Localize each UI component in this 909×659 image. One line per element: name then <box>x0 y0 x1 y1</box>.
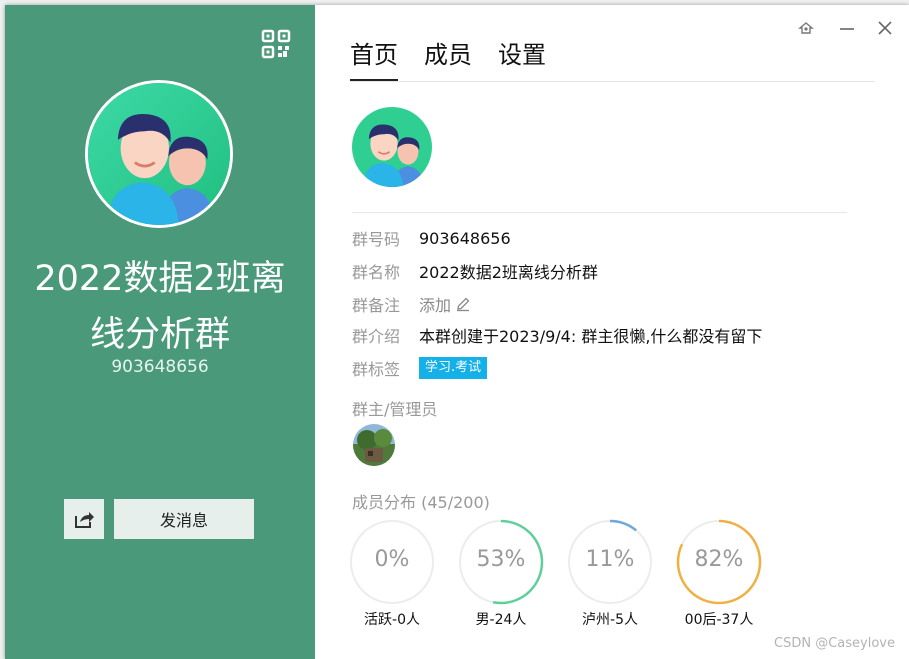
group-name-line1: 2022数据2班离 <box>34 259 286 299</box>
add-remark-link[interactable]: 添加 <box>419 292 471 316</box>
stat-label: 活跃-0人 <box>364 612 420 628</box>
close-icon[interactable] <box>874 17 896 39</box>
intro-label: 群介绍 <box>352 327 401 346</box>
stat-age: 82% 00后-37人 <box>676 519 762 629</box>
distribution-count: (45/200) <box>421 493 490 512</box>
info-row-id: 群号码 903648656 <box>352 224 511 252</box>
tab-home[interactable]: 首页 <box>350 35 398 81</box>
group-profile-window: 2022数据2班离 线分析群 903648656 发消息 首页 成员 设置 群号… <box>5 5 909 659</box>
send-message-button[interactable]: 发消息 <box>114 499 254 539</box>
name-value: 2022数据2班离线分析群 <box>419 263 598 282</box>
share-button[interactable] <box>64 499 104 539</box>
qr-code-icon[interactable] <box>261 29 291 59</box>
distribution-label: 成员分布 <box>352 493 417 512</box>
right-panel: 首页 成员 设置 群号码 903648656 群名称 2022数据2班离线分析群 <box>315 5 909 659</box>
share-icon <box>75 512 94 528</box>
distribution-heading: 成员分布 (45/200) <box>352 489 490 513</box>
group-tag-badge[interactable]: 学习.考试 <box>419 357 488 379</box>
stat-label: 男-24人 <box>475 612 527 628</box>
tab-members[interactable]: 成员 <box>424 35 472 80</box>
group-id-text: 903648656 <box>111 357 209 377</box>
stat-active: 0% 活跃-0人 <box>349 519 435 629</box>
stat-percent: 0% <box>374 547 410 572</box>
id-value: 903648656 <box>419 228 511 248</box>
tag-label: 群标签 <box>352 360 401 379</box>
stat-region: 11% 泸州-5人 <box>567 519 653 629</box>
admins-label: 群主/管理员 <box>352 400 438 419</box>
group-name-line2: 线分析群 <box>89 315 230 355</box>
stat-label: 泸州-5人 <box>582 612 638 628</box>
left-panel: 2022数据2班离 线分析群 903648656 发消息 <box>5 5 315 659</box>
name-label: 群名称 <box>352 263 401 282</box>
info-row-intro: 群介绍 本群创建于2023/9/4: 群主很懒,什么都没有留下 <box>352 321 762 349</box>
group-name-heading: 2022数据2班离 线分析群 <box>5 251 315 363</box>
tab-bar: 首页 成员 设置 <box>350 35 875 82</box>
watermark: CSDN @Caseylove <box>774 636 895 651</box>
remark-label: 群备注 <box>352 296 401 315</box>
id-label: 群号码 <box>352 230 401 249</box>
divider <box>352 212 847 213</box>
stat-percent: 11% <box>585 547 635 572</box>
group-avatar-large[interactable] <box>85 80 233 228</box>
info-row-name: 群名称 2022数据2班离线分析群 <box>352 257 598 285</box>
intro-value: 本群创建于2023/9/4: 群主很懒,什么都没有留下 <box>419 327 763 346</box>
pencil-icon <box>457 297 470 312</box>
info-row-remark: 群备注 添加 <box>352 290 471 318</box>
stat-label: 00后-37人 <box>684 612 754 628</box>
owner-avatar[interactable] <box>353 424 395 466</box>
tab-settings[interactable]: 设置 <box>498 35 546 80</box>
stat-percent: 82% <box>694 547 744 572</box>
info-row-tag: 群标签 学习.考试 <box>352 354 488 382</box>
group-avatar-small[interactable] <box>352 107 432 187</box>
stat-percent: 53% <box>476 547 526 572</box>
remark-value: 添加 <box>419 296 452 315</box>
stat-male: 53% 男-24人 <box>458 519 544 629</box>
